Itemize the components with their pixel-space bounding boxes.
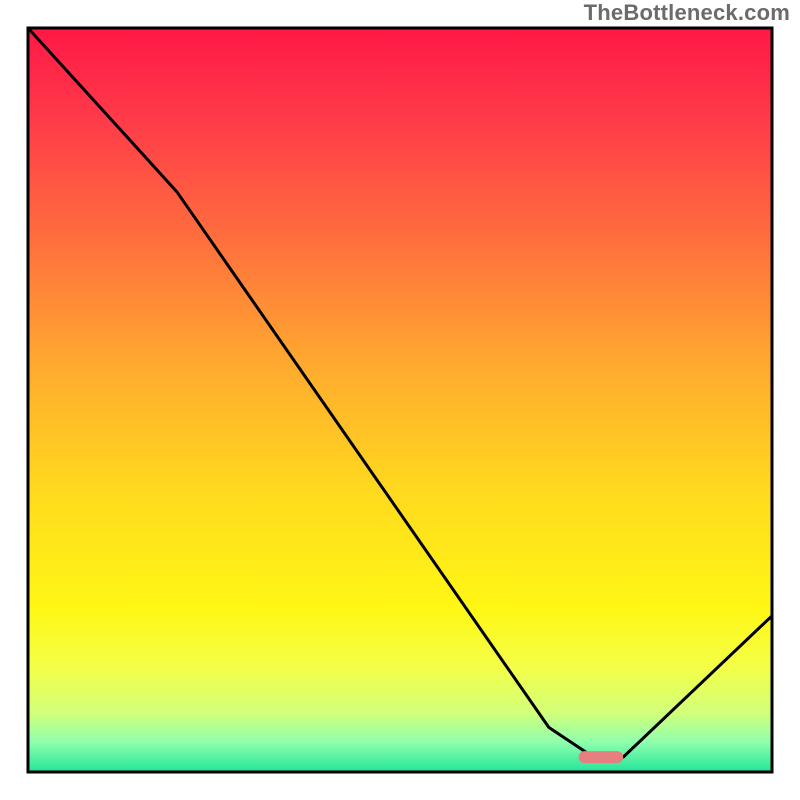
plot-background <box>28 28 772 772</box>
chart-svg <box>0 0 800 800</box>
bottleneck-chart: TheBottleneck.com <box>0 0 800 800</box>
optimal-range-marker <box>579 751 624 763</box>
watermark-text: TheBottleneck.com <box>584 0 790 26</box>
